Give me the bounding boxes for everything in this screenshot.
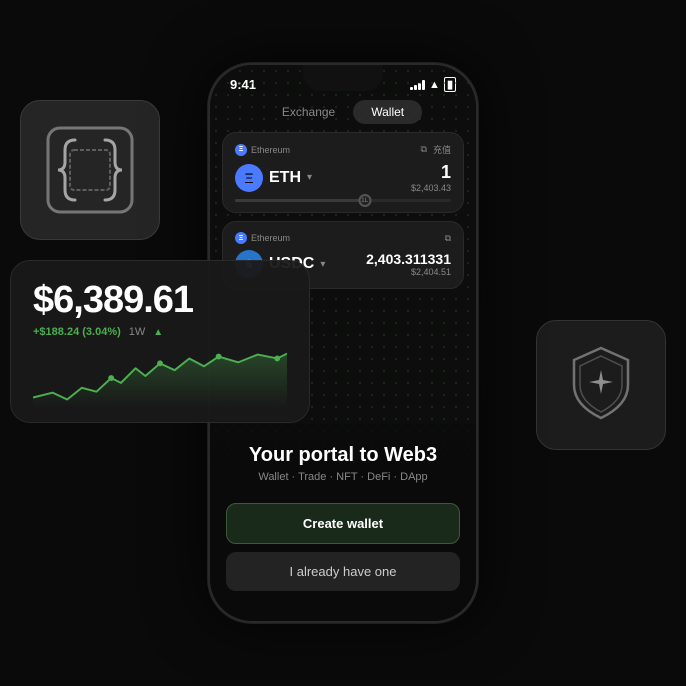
usdc-actions: ⧉ (445, 233, 451, 244)
eth-slider-thumb: 1L (358, 194, 371, 207)
eth-arrow[interactable]: ▾ (307, 172, 312, 183)
eth-network-dot: Ξ (235, 144, 247, 156)
shield-icon (556, 340, 646, 430)
already-have-button[interactable]: I already have one (226, 552, 460, 591)
price-period: 1W (129, 326, 146, 338)
bracket-icon-card (20, 100, 160, 240)
eth-copy-icon[interactable]: ⧉ (421, 144, 427, 155)
eth-main: Ξ ETH ▾ 1 $2,403.43 (235, 162, 451, 193)
price-value: $6,389.61 (33, 279, 287, 322)
bracket-icon (40, 120, 140, 220)
usdc-arrow[interactable]: ▾ (320, 259, 325, 270)
price-card: $6,389.61 +$188.24 (3.04%) 1W ▲ (10, 260, 310, 423)
price-change-value: +$188.24 (3.04%) (33, 326, 121, 338)
eth-actions: ⧉ 充值 (421, 143, 451, 156)
eth-network: Ξ Ethereum (235, 144, 290, 156)
eth-card: Ξ Ethereum ⧉ 充值 Ξ ETH ▾ (222, 132, 464, 213)
usdc-network: Ξ Ethereum (235, 232, 290, 244)
portal-subtitle: Wallet · Trade · NFT · DeFi · DApp (226, 471, 460, 483)
price-direction: ▲ (153, 327, 163, 338)
eth-icon: Ξ (235, 164, 263, 192)
portal-title: Your portal to Web3 (226, 444, 460, 467)
usdc-network-dot: Ξ (235, 232, 247, 244)
usdc-copy-icon[interactable]: ⧉ (445, 233, 451, 244)
price-change-row: +$188.24 (3.04%) 1W ▲ (33, 326, 287, 338)
eth-slider-fill (235, 199, 365, 202)
eth-name: Ξ ETH ▾ (235, 164, 312, 192)
create-wallet-button[interactable]: Create wallet (226, 503, 460, 544)
phone-bottom: Your portal to Web3 Wallet · Trade · NFT… (210, 424, 476, 621)
scene: 9:41 ▲ ▮ Exchange Wallet (0, 0, 686, 686)
phone-notch (303, 65, 383, 91)
eth-amounts: 1 $2,403.43 (411, 162, 451, 193)
shield-icon-card (536, 320, 666, 450)
price-chart (33, 348, 287, 408)
usdc-amounts: 2,403.311331 $2,404.51 (366, 251, 451, 277)
eth-slider[interactable]: 1L (235, 199, 451, 202)
mini-chart-svg (33, 348, 287, 408)
